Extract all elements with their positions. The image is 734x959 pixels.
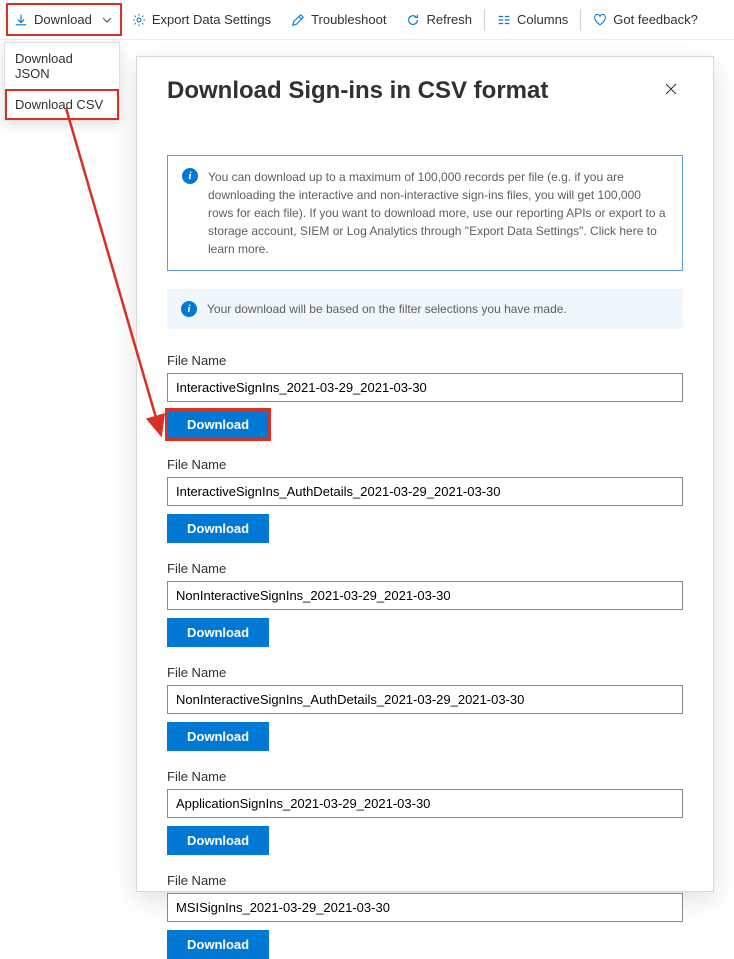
info-box: i You can download up to a maximum of 10… [167, 155, 683, 271]
close-icon [663, 81, 679, 97]
download-menu-button[interactable]: Download [4, 0, 122, 39]
file-group: File Name Download [167, 353, 683, 439]
filter-info-box: i Your download will be based on the fil… [167, 289, 683, 329]
columns-button[interactable]: Columns [487, 0, 578, 39]
info-icon: i [182, 168, 198, 184]
file-group: File Name Download [167, 561, 683, 647]
file-name-input[interactable] [167, 789, 683, 818]
file-group: File Name Download [167, 769, 683, 855]
download-button[interactable]: Download [167, 410, 269, 439]
close-button[interactable] [659, 77, 683, 104]
feedback-label: Got feedback? [613, 12, 698, 27]
troubleshoot-label: Troubleshoot [311, 12, 386, 27]
file-name-input[interactable] [167, 477, 683, 506]
heart-icon [593, 13, 607, 27]
toolbar-separator [580, 9, 581, 31]
export-settings-button[interactable]: Export Data Settings [122, 0, 281, 39]
file-name-input[interactable] [167, 581, 683, 610]
refresh-icon [406, 13, 420, 27]
download-button[interactable]: Download [167, 930, 269, 959]
info-icon: i [181, 301, 197, 317]
download-json-item[interactable]: Download JSON [5, 43, 119, 89]
refresh-label: Refresh [426, 12, 472, 27]
download-button[interactable]: Download [167, 826, 269, 855]
file-name-label: File Name [167, 769, 683, 784]
download-csv-panel: Download Sign-ins in CSV format i You ca… [136, 56, 714, 892]
file-name-label: File Name [167, 665, 683, 680]
file-name-label: File Name [167, 873, 683, 888]
export-label: Export Data Settings [152, 12, 271, 27]
download-button[interactable]: Download [167, 618, 269, 647]
file-name-label: File Name [167, 353, 683, 368]
columns-label: Columns [517, 12, 568, 27]
filter-message: Your download will be based on the filte… [207, 302, 567, 316]
feedback-button[interactable]: Got feedback? [583, 0, 708, 39]
file-name-input[interactable] [167, 373, 683, 402]
columns-icon [497, 13, 511, 27]
file-name-input[interactable] [167, 685, 683, 714]
download-csv-item[interactable]: Download CSV [5, 89, 119, 120]
download-label: Download [34, 12, 92, 27]
download-icon [14, 13, 28, 27]
troubleshoot-button[interactable]: Troubleshoot [281, 0, 396, 39]
info-message: You can download up to a maximum of 100,… [208, 168, 668, 258]
download-button[interactable]: Download [167, 514, 269, 543]
download-button[interactable]: Download [167, 722, 269, 751]
file-group: File Name Download [167, 665, 683, 751]
file-group: File Name Download [167, 873, 683, 959]
toolbar-separator [484, 9, 485, 31]
file-name-label: File Name [167, 561, 683, 576]
wrench-icon [291, 13, 305, 27]
file-name-input[interactable] [167, 893, 683, 922]
file-group: File Name Download [167, 457, 683, 543]
refresh-button[interactable]: Refresh [396, 0, 482, 39]
gear-icon [132, 13, 146, 27]
panel-header: Download Sign-ins in CSV format [167, 77, 683, 105]
file-name-label: File Name [167, 457, 683, 472]
download-dropdown: Download JSON Download CSV [4, 42, 120, 121]
toolbar: Download Export Data Settings Troublesho… [0, 0, 734, 40]
panel-title: Download Sign-ins in CSV format [167, 77, 548, 105]
chevron-down-icon [102, 15, 112, 25]
